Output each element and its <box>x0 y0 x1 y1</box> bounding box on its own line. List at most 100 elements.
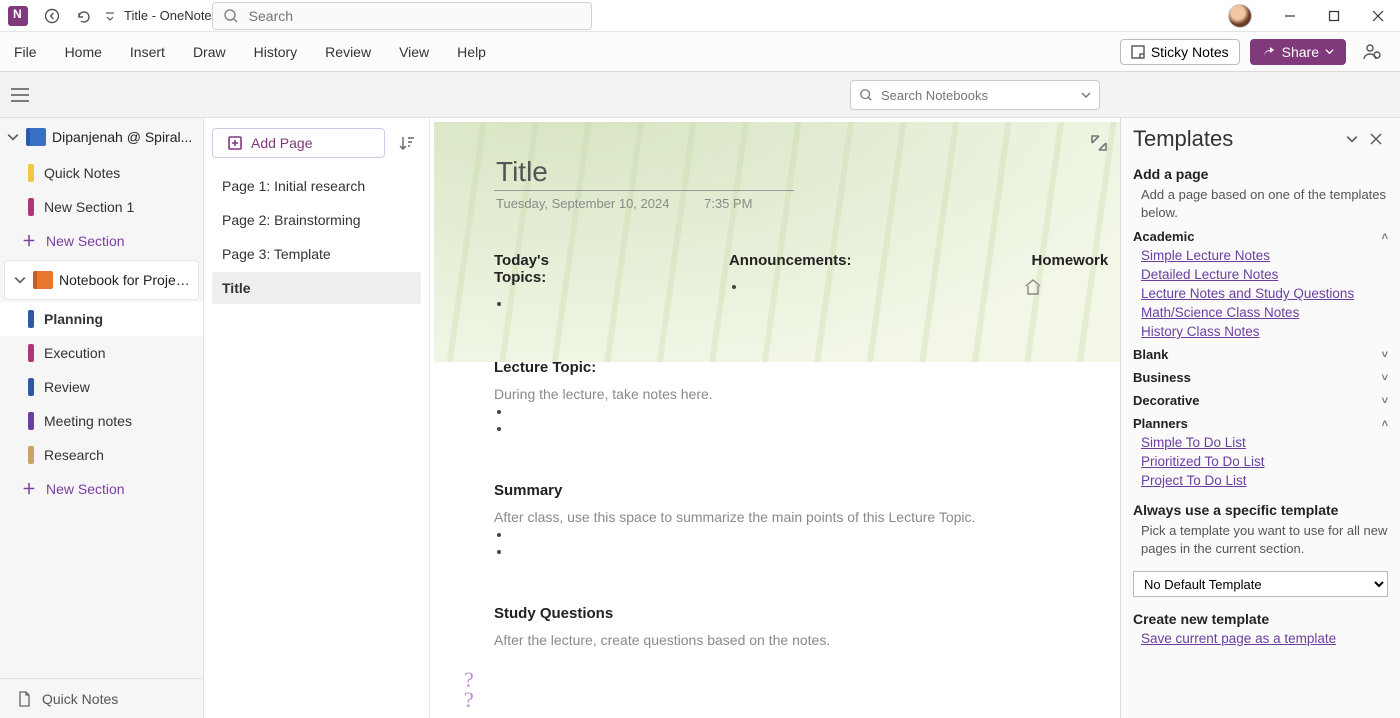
global-search-input[interactable] <box>247 7 581 25</box>
section-new-section-1[interactable]: New Section 1 <box>0 190 203 224</box>
tab-help[interactable]: Help <box>455 40 488 64</box>
app-icon <box>8 6 28 26</box>
notebook-name: Dipanjenah @ Spiral... <box>52 129 197 145</box>
section-label: Planning <box>44 311 103 327</box>
note-canvas[interactable]: Tuesday, September 10, 2024 7:35 PM Toda… <box>430 118 1120 718</box>
chevron-down-icon <box>1325 47 1334 56</box>
new-section-button-2[interactable]: ＋New Section <box>0 472 203 506</box>
template-link[interactable]: Math/Science Class Notes <box>1141 305 1388 320</box>
notebook-row-1[interactable]: Dipanjenah @ Spiral... <box>0 118 203 156</box>
page-item[interactable]: Title <box>212 272 421 304</box>
new-section-label: New Section <box>46 233 125 249</box>
section-label: Review <box>44 379 90 395</box>
chevron-down-icon <box>6 131 20 143</box>
nav-toggle[interactable] <box>0 72 40 118</box>
notebook-nav: Dipanjenah @ Spiral... Quick Notes New S… <box>0 118 204 718</box>
category-blank[interactable]: Blank˅ <box>1133 347 1388 362</box>
lecture-heading: Lecture Topic: <box>494 359 1100 376</box>
window-close[interactable] <box>1356 0 1400 32</box>
nav-footer-label: Quick Notes <box>42 691 118 707</box>
section-quick-notes[interactable]: Quick Notes <box>0 156 203 190</box>
summary-heading: Summary <box>494 482 1100 499</box>
window-minimize[interactable] <box>1268 0 1312 32</box>
section-label: Execution <box>44 345 105 361</box>
always-use-desc: Pick a template you want to use for all … <box>1141 522 1388 557</box>
template-link[interactable]: Prioritized To Do List <box>1141 454 1388 469</box>
page-item[interactable]: Page 2: Brainstorming <box>212 204 421 236</box>
topics-heading: Today's Topics: <box>494 252 549 286</box>
templates-close[interactable] <box>1364 127 1388 151</box>
account-settings-icon[interactable] <box>1356 36 1388 68</box>
notebook-row-2[interactable]: Notebook for Project A <box>7 261 196 299</box>
tab-history[interactable]: History <box>252 40 300 64</box>
add-page-button[interactable]: Add Page <box>212 128 385 158</box>
page-label: Title <box>222 280 251 296</box>
category-decorative[interactable]: Decorative˅ <box>1133 393 1388 408</box>
user-avatar[interactable] <box>1228 4 1252 28</box>
section-planning[interactable]: Planning <box>0 302 203 336</box>
page-label: Page 2: Brainstorming <box>222 212 361 228</box>
notebook-search[interactable] <box>850 80 1100 110</box>
new-section-button[interactable]: ＋New Section <box>0 224 203 258</box>
section-label: Quick Notes <box>44 165 120 181</box>
templates-title: Templates <box>1133 126 1340 152</box>
page-item[interactable]: Page 1: Initial research <box>212 170 421 202</box>
share-icon <box>1262 45 1276 59</box>
note-body[interactable]: Today's Topics: Announcements: Homework … <box>494 252 1100 648</box>
chevron-down-icon[interactable] <box>1081 90 1091 100</box>
template-link[interactable]: History Class Notes <box>1141 324 1388 339</box>
sticky-notes-button[interactable]: Sticky Notes <box>1120 39 1240 65</box>
chevron-up-icon: ˄ <box>1382 418 1388 430</box>
save-as-template-link[interactable]: Save current page as a template <box>1141 631 1388 646</box>
back-button[interactable] <box>36 0 68 32</box>
sticky-note-icon <box>1131 45 1145 59</box>
sort-icon <box>399 135 415 151</box>
notebook-name: Notebook for Project A <box>59 272 190 288</box>
homework-heading: Homework <box>1031 252 1108 269</box>
tab-home[interactable]: Home <box>63 40 104 64</box>
default-template-select[interactable]: No Default Template <box>1133 571 1388 597</box>
global-search[interactable] <box>212 2 592 30</box>
category-business[interactable]: Business˅ <box>1133 370 1388 385</box>
fullscreen-icon[interactable] <box>1090 134 1108 152</box>
template-link[interactable]: Simple Lecture Notes <box>1141 248 1388 263</box>
sort-pages-button[interactable] <box>393 128 421 158</box>
category-planners[interactable]: Planners˄ <box>1133 416 1388 431</box>
template-link[interactable]: Project To Do List <box>1141 473 1388 488</box>
tab-review[interactable]: Review <box>323 40 373 64</box>
tab-draw[interactable]: Draw <box>191 40 228 64</box>
ribbon: File Home Insert Draw History Review Vie… <box>0 32 1400 72</box>
question-tag-icon: ?? <box>464 670 474 710</box>
window-maximize[interactable] <box>1312 0 1356 32</box>
tab-file[interactable]: File <box>12 40 39 64</box>
nav-footer-quick-notes[interactable]: Quick Notes <box>0 678 203 718</box>
category-academic[interactable]: Academic˄ <box>1133 229 1388 244</box>
template-link[interactable]: Detailed Lecture Notes <box>1141 267 1388 282</box>
templates-dropdown[interactable] <box>1340 127 1364 151</box>
section-meeting-notes[interactable]: Meeting notes <box>0 404 203 438</box>
undo-button[interactable] <box>68 0 100 32</box>
template-link[interactable]: Lecture Notes and Study Questions <box>1141 286 1388 301</box>
tab-insert[interactable]: Insert <box>128 40 167 64</box>
page-item[interactable]: Page 3: Template <box>212 238 421 270</box>
add-page-desc: Add a page based on one of the templates… <box>1141 186 1388 221</box>
always-use-heading: Always use a specific template <box>1133 502 1388 518</box>
page-label: Page 1: Initial research <box>222 178 365 194</box>
title-bar: Title - OneNote <box>0 0 1400 32</box>
section-research[interactable]: Research <box>0 438 203 472</box>
chevron-down-icon: ˅ <box>1382 372 1388 384</box>
page-title-input[interactable] <box>494 154 794 191</box>
create-template-heading: Create new template <box>1133 611 1388 627</box>
notebook-icon <box>33 271 53 289</box>
chevron-up-icon: ˄ <box>1382 231 1388 243</box>
share-button[interactable]: Share <box>1250 39 1346 65</box>
page-label: Page 3: Template <box>222 246 331 262</box>
notebook-search-input[interactable] <box>879 87 1081 104</box>
section-execution[interactable]: Execution <box>0 336 203 370</box>
close-icon <box>1370 133 1382 145</box>
template-link[interactable]: Simple To Do List <box>1141 435 1388 450</box>
page-list: Add Page Page 1: Initial research Page 2… <box>204 118 430 718</box>
tab-view[interactable]: View <box>397 40 431 64</box>
qat-dropdown[interactable] <box>100 0 120 32</box>
section-review[interactable]: Review <box>0 370 203 404</box>
